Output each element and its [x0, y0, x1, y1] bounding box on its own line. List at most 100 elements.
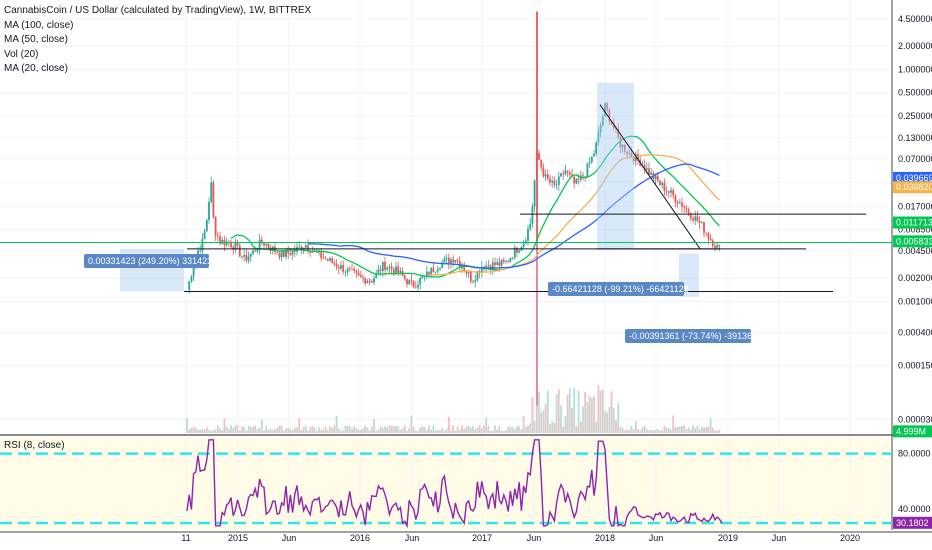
rsi-legend[interactable]: RSI (8, close): [4, 440, 65, 451]
legend-ma50[interactable]: MA (50, close): [4, 33, 311, 48]
volume-bar: [432, 425, 435, 433]
volume-bar: [390, 425, 393, 433]
candle-23: [236, 242, 239, 246]
candle-211: [650, 172, 653, 175]
candle-236: [705, 232, 708, 234]
candle-2: [190, 276, 193, 282]
volume-bar: [254, 425, 257, 433]
candle-234: [700, 221, 703, 223]
x-tick-label: Jun: [772, 533, 787, 543]
volume-bar: [667, 427, 670, 433]
chart-canvas[interactable]: 11 2015 Jun 2016 Jun 2017 Jun 2018 Jun 2019 Jun 202…: [0, 0, 932, 550]
candle-99: [403, 275, 406, 280]
volume-bar: [621, 427, 624, 433]
volume-bar: [663, 425, 666, 433]
candle-155: [527, 228, 529, 241]
candle-185: [593, 153, 595, 157]
candle-169: [557, 176, 560, 185]
volume-bar: [689, 429, 692, 433]
volume-bar: [436, 429, 439, 433]
x-tick-label: 2018: [595, 533, 615, 543]
candle-105: [417, 284, 419, 288]
volume-bar: [221, 429, 224, 433]
candle-115: [439, 267, 441, 270]
volume-bar: [265, 425, 268, 433]
candle-104: [414, 286, 417, 288]
volume-layer: [186, 385, 721, 433]
candle-160: [538, 152, 540, 160]
candle-221: [672, 190, 675, 196]
volume-bar: [410, 415, 413, 433]
volume-bar: [562, 426, 565, 433]
candle-87: [377, 269, 380, 273]
volume-bar: [249, 426, 252, 433]
volume-bar: [309, 427, 312, 433]
volume-bar: [307, 430, 309, 433]
volume-bar: [379, 425, 382, 433]
x-tick-label: Jun: [405, 533, 420, 543]
volume-bar: [564, 416, 567, 433]
candle-13: [214, 217, 217, 236]
volume-bar: [681, 426, 683, 433]
candle-43: [280, 250, 283, 258]
rsi-value-label: 30.1802: [896, 518, 929, 528]
candle-183: [588, 162, 591, 164]
volume-bar: [381, 428, 384, 433]
legend-vol[interactable]: Vol (20): [4, 48, 311, 63]
volume-bar: [637, 428, 639, 433]
volume-bar: [469, 427, 472, 433]
volume-bar: [203, 429, 206, 433]
candle-241: [716, 244, 719, 248]
candle-186: [595, 142, 598, 154]
legend-ma20[interactable]: MA (20, close): [4, 62, 311, 77]
x-tick-label: Jun: [649, 533, 664, 543]
candle-100: [406, 279, 408, 285]
candle-164: [546, 174, 549, 179]
volume-bar: [509, 426, 512, 433]
volume-bar: [337, 428, 340, 433]
candle-66: [331, 258, 334, 264]
volume-bar: [696, 425, 699, 433]
candle-36: [265, 244, 268, 246]
candle-12: [212, 182, 215, 218]
candle-72: [344, 271, 347, 273]
volume-bar: [456, 426, 459, 433]
candle-151: [518, 250, 521, 253]
volume-bar: [683, 425, 686, 433]
y-tick-label: 0.50000000: [898, 88, 932, 98]
volume-bar: [348, 426, 351, 433]
y-tick-label: 0.00015000: [898, 360, 932, 370]
candle-141: [496, 262, 499, 266]
volume-bar: [560, 405, 562, 433]
candle-142: [498, 262, 501, 266]
candle-157: [531, 206, 534, 224]
volume-bar: [474, 429, 477, 433]
volume-bar: [320, 430, 323, 433]
volume-bar: [370, 426, 373, 433]
x-tick-label: 2020: [840, 533, 860, 543]
candle-30: [252, 250, 254, 254]
candle-218: [665, 190, 668, 192]
candle-222: [674, 195, 677, 202]
candle-147: [509, 258, 512, 262]
volume-bar: [188, 429, 191, 433]
volume-bar: [243, 426, 246, 433]
candle-32: [256, 249, 259, 252]
volume-bar: [373, 418, 375, 433]
candle-122: [454, 260, 457, 263]
legend-ma100[interactable]: MA (100, close): [4, 19, 311, 34]
volume-bar: [676, 426, 679, 433]
volume-bar: [425, 429, 428, 433]
volume-bar: [623, 430, 626, 433]
candle-97: [399, 270, 402, 273]
volume-bar: [227, 429, 230, 433]
price-badge-label-3: 0.00583313: [896, 236, 932, 246]
candle-233: [698, 221, 701, 223]
volume-bar: [714, 430, 716, 433]
volume-bar: [628, 429, 631, 433]
volume-bar: [544, 403, 547, 433]
candle-123: [456, 260, 459, 261]
candle-140: [494, 262, 496, 266]
candle-180: [582, 175, 584, 177]
candle-220: [670, 190, 672, 193]
